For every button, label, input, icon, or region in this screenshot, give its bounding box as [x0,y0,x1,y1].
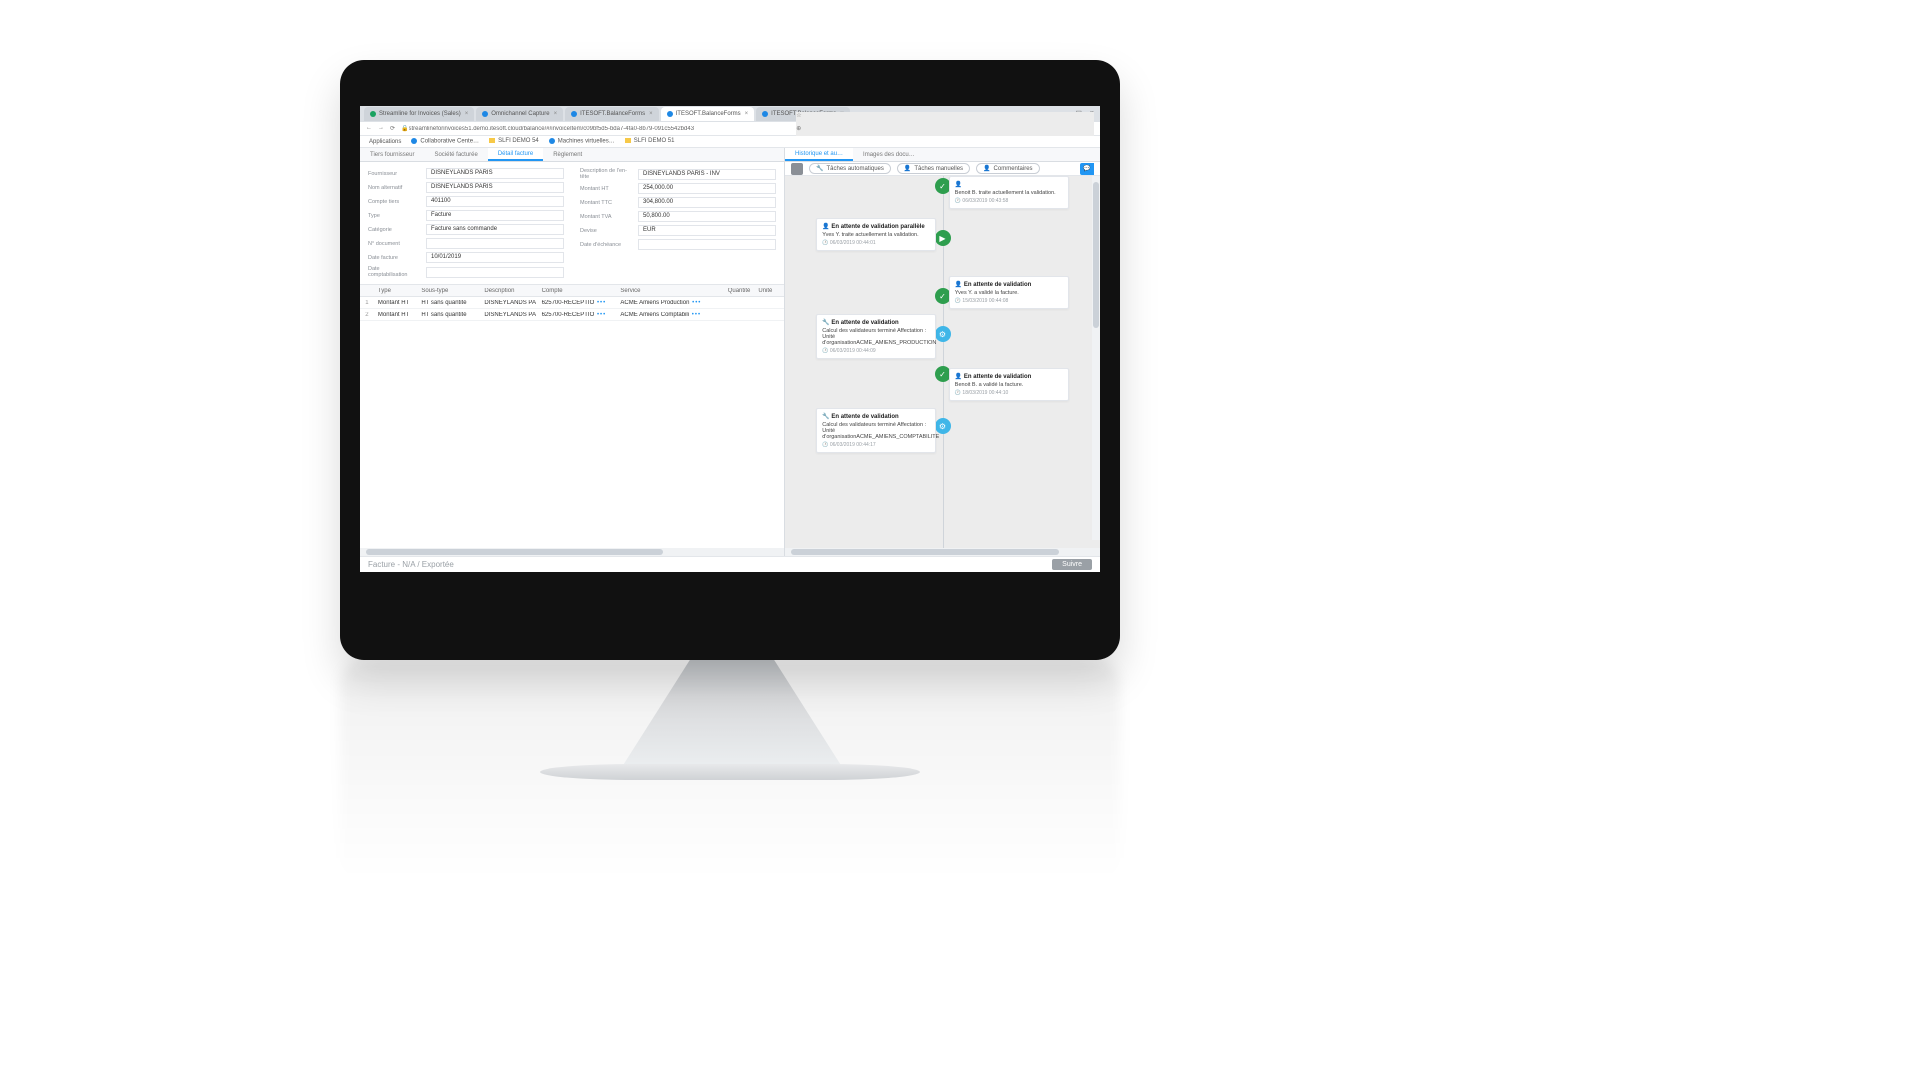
form-input[interactable]: Facture sans commande [426,224,564,235]
form-field: Date comptabilisation [368,266,564,278]
form-field: Montant HT254,000.00 [580,183,776,194]
timeline-card[interactable]: 👤 En attente de validationYves Y. a vali… [949,276,1069,309]
form-field: Montant TTC304,800.00 [580,197,776,208]
left-tab[interactable]: Tiers fournisseur [360,148,424,161]
nav-buttons[interactable]: ← → ⟳ [366,125,395,132]
form-input[interactable] [638,239,776,250]
status-bar: Facture - N/A / Exportée Suivre [360,556,1100,572]
timeline-card[interactable]: 👤 En attente de validation parallèleYves… [816,218,936,251]
star-icon[interactable]: ☆ [796,112,1094,119]
nav-icon[interactable]: → [378,125,384,132]
timeline-card[interactable]: 👤 En attente de validationBenoit B. a va… [949,368,1069,401]
extension-icon[interactable]: ⊕ [796,125,1094,132]
refresh-icon[interactable] [791,163,803,175]
column-header[interactable]: Unité [754,288,784,294]
column-header[interactable]: Type [374,288,417,294]
form-input[interactable]: 401100 [426,196,564,207]
lock-icon: 🔒 [401,125,408,132]
browser-tab[interactable]: Streamline for Invoices (Sales)× [364,107,474,121]
column-header[interactable]: Description [480,288,537,294]
form-field: Description de l'en-têteDISNEYLANDS PARI… [580,168,776,180]
bookmarks-bar: Applications Collaborative Cente… SLFI DEM… [360,136,1100,148]
form-field: Montant TVA50,800.00 [580,211,776,222]
browser-tab[interactable]: ITESOFT.BalanceForms× [661,107,755,121]
column-header[interactable]: Compte [538,288,617,294]
bookmark-item[interactable]: Collaborative Cente… [411,138,479,145]
table-row[interactable]: 2Montant HTHT sans quantitéDISNEYLANDS P… [360,309,784,321]
form-field: TypeFacture [368,210,564,221]
form-input[interactable]: 254,000.00 [638,183,776,194]
left-horizontal-scrollbar[interactable] [360,548,784,556]
left-tab[interactable]: Détail facture [488,148,543,161]
column-header[interactable]: Service [616,288,715,294]
right-vertical-scrollbar[interactable] [1092,176,1100,540]
form-input[interactable]: Facture [426,210,564,221]
follow-button[interactable]: Suivre [1052,559,1092,570]
form-input[interactable]: DISNEYLANDS PARIS - INV [638,169,776,180]
right-tab[interactable]: Images des docu… [853,148,925,161]
form-input[interactable]: EUR [638,225,776,236]
form-field: Nom alternatifDISNEYLANDS PARIS [368,182,564,193]
status-text: Facture - N/A / Exportée [368,560,454,569]
form-field: Compte tiers401100 [368,196,564,207]
address-bar-row: ← → ⟳ 🔒 streamlineforinvoices51.demo.iteso… [360,122,1100,136]
form-field: FournisseurDISNEYLANDS PARIS [368,168,564,179]
filter-auto-tasks[interactable]: 🔧 Tâches automatiques [809,163,891,174]
timeline-card[interactable]: 🔧 En attente de validationCalcul des val… [816,408,936,453]
comments-button[interactable]: 👤 Commentaires [976,163,1040,174]
url-text[interactable]: streamlineforinvoices51.demo.itesoft.clo… [409,126,791,132]
form-input[interactable] [426,267,564,278]
line-items-header: TypeSous-typeDescriptionCompteServiceQua… [360,285,784,297]
form-input[interactable]: 304,800.00 [638,197,776,208]
right-horizontal-scrollbar[interactable] [785,548,1100,556]
bookmark-item[interactable]: SLFI DEMO 54 [489,138,539,144]
timeline-card[interactable]: 👤Benoit B. traite actuellement la valida… [949,176,1069,209]
nav-icon[interactable]: ⟳ [390,125,395,132]
timeline-node[interactable]: ▶ [935,230,951,246]
browser-tab[interactable]: ITESOFT.BalanceForms× [565,107,659,121]
workflow-timeline: ✓▶✓⚙✓⚙👤Benoit B. traite actuellement la … [785,176,1100,548]
form-input[interactable]: 10/01/2019 [426,252,564,263]
table-row[interactable]: 1Montant HTHT sans quantitéDISNEYLANDS P… [360,297,784,309]
left-panel-tabs: Tiers fournisseurSociété facturéeDétail … [360,148,784,162]
form-field: N° document [368,238,564,249]
form-input[interactable]: DISNEYLANDS PARIS [426,182,564,193]
line-items-body: 1Montant HTHT sans quantitéDISNEYLANDS P… [360,297,784,321]
form-field: Date d'échéance [580,239,776,250]
left-tab[interactable]: Société facturée [424,148,487,161]
timeline-node[interactable]: ⚙ [935,326,951,342]
nav-icon[interactable]: ← [366,125,372,132]
timeline-node[interactable]: ⚙ [935,418,951,434]
timeline-card[interactable]: 🔧 En attente de validationCalcul des val… [816,314,936,359]
form-field: DeviseEUR [580,225,776,236]
browser-tab[interactable]: Omnichannel Capture× [476,107,563,121]
bookmark-item[interactable]: Machines virtuelles… [549,138,615,145]
chat-icon[interactable]: 💬 [1080,163,1094,175]
column-header[interactable]: Sous-type [417,288,480,294]
form-field: Date facture10/01/2019 [368,252,564,263]
bookmark-item[interactable]: Applications [366,139,401,145]
form-input[interactable] [426,238,564,249]
bookmark-item[interactable]: SLFI DEMO 51 [625,138,675,144]
filter-manual-tasks[interactable]: 👤 Tâches manuelles [897,163,970,174]
right-tab[interactable]: Historique et au… [785,148,853,161]
form-input[interactable]: 50,800.00 [638,211,776,222]
form-input[interactable]: DISNEYLANDS PARIS [426,168,564,179]
invoice-detail-form: FournisseurDISNEYLANDS PARIS Nom alternat… [360,162,784,285]
timeline-toolbar: 🔧 Tâches automatiques 👤 Tâches manuelles… [785,162,1100,176]
left-tab[interactable]: Règlement [543,148,592,161]
right-panel-tabs: Historique et au…Images des docu… [785,148,1100,162]
column-header[interactable]: Quantité [715,288,754,294]
form-field: CatégorieFacture sans commande [368,224,564,235]
